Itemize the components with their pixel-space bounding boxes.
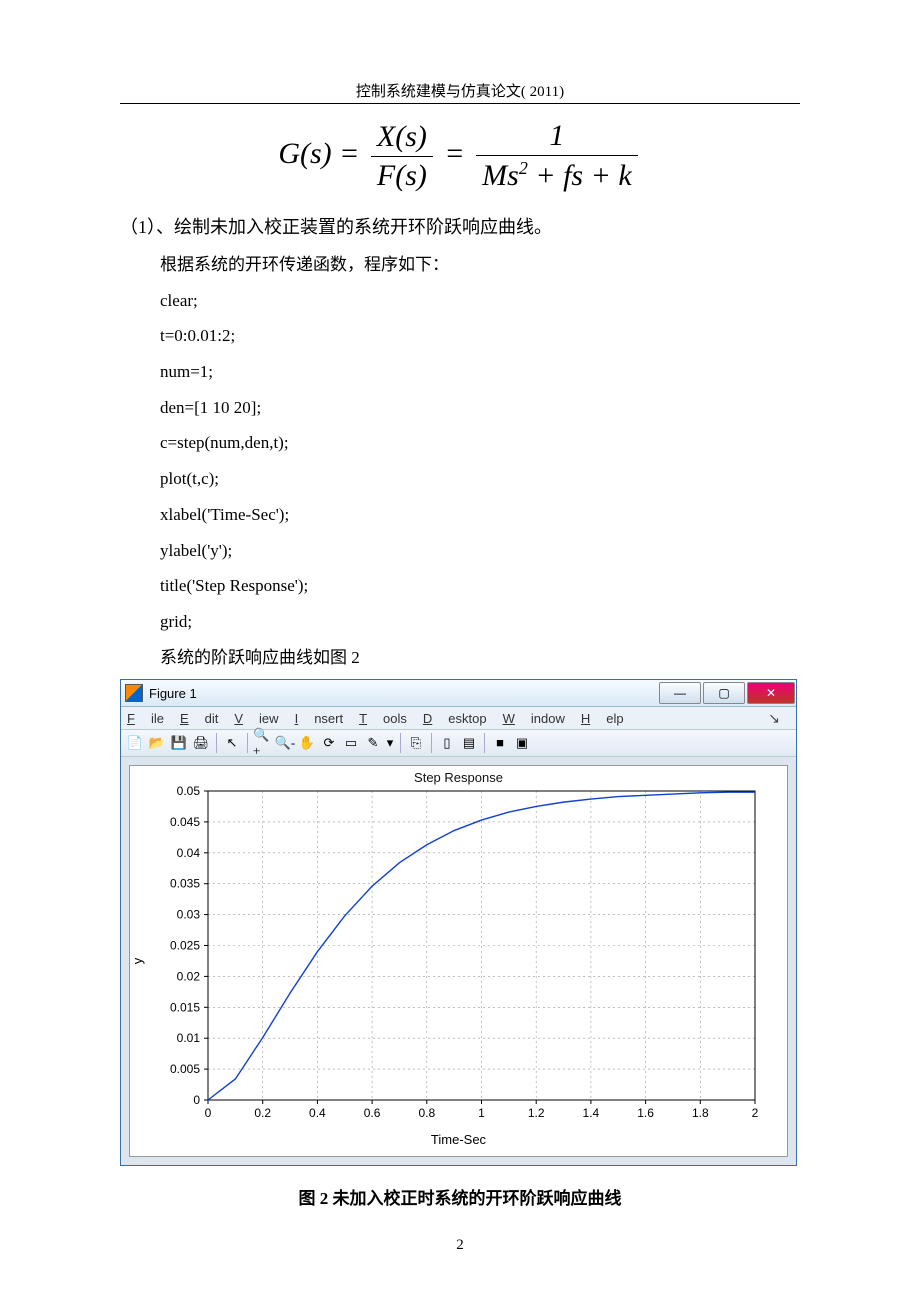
figure-caption: 图 2 未加入校正时系统的开环阶跃响应曲线 <box>120 1184 800 1209</box>
code-line: ylabel('y'); <box>160 533 800 569</box>
intro-text: 根据系统的开环传递函数，程序如下： <box>160 247 800 283</box>
data-cursor-icon[interactable]: ▭ <box>341 733 361 753</box>
new-icon[interactable]: 📄 <box>125 733 145 753</box>
menu-desktop[interactable]: Desktop <box>423 711 487 726</box>
code-line: grid; <box>160 604 800 640</box>
step-response-chart: 0 0.2 0.4 0.6 0.8 1 1.2 1.4 1.6 1.8 2 0 0.005 0.01 0.0… <box>130 785 785 1130</box>
y-axis-label: y <box>130 958 145 965</box>
svg-text:1.2: 1.2 <box>528 1106 545 1120</box>
hide-plot-icon[interactable]: ■ <box>490 733 510 753</box>
svg-text:0.03: 0.03 <box>177 908 201 922</box>
after-code-text: 系统的阶跃响应曲线如图 2 <box>160 640 800 676</box>
transfer-function-equation: G(s) = X(s)F(s) = 1Ms2 + fs + k <box>120 119 800 193</box>
svg-text:2: 2 <box>752 1106 759 1120</box>
pan-icon[interactable]: ✋ <box>297 733 317 753</box>
svg-text:0.035: 0.035 <box>170 877 200 891</box>
svg-text:1.4: 1.4 <box>583 1106 600 1120</box>
svg-text:0: 0 <box>205 1106 212 1120</box>
code-line: clear; <box>160 283 800 319</box>
svg-text:0.05: 0.05 <box>177 785 201 798</box>
svg-text:0.4: 0.4 <box>309 1106 326 1120</box>
close-button[interactable]: ✕ <box>747 682 795 704</box>
code-line: num=1; <box>160 354 800 390</box>
svg-text:0.02: 0.02 <box>177 970 201 984</box>
svg-text:0: 0 <box>193 1093 200 1107</box>
plot-area: Step Response y 0 0.2 0.4 0.6 0.8 1 1.2 1.4 1.6 1… <box>121 757 796 1165</box>
section-1-label: （1）、绘制未加入校正装置的系统开环阶跃响应曲线。 <box>120 213 800 239</box>
link-icon[interactable]: ⎘ <box>406 733 426 753</box>
window-title: Figure 1 <box>149 686 197 701</box>
colorbar-icon[interactable]: ▯ <box>437 733 457 753</box>
window-titlebar: Figure 1 — ▢ ✕ <box>121 680 796 707</box>
open-icon[interactable]: 📂 <box>147 733 167 753</box>
menu-view[interactable]: View <box>234 711 278 726</box>
svg-text:0.015: 0.015 <box>170 1001 200 1015</box>
x-axis-label: Time-Sec <box>130 1130 787 1151</box>
code-line: den=[1 10 20]; <box>160 390 800 426</box>
save-icon[interactable]: 💾 <box>169 733 189 753</box>
pointer-icon[interactable]: ↖ <box>222 733 242 753</box>
zoom-in-icon[interactable]: 🔍+ <box>253 733 273 753</box>
page-number: 2 <box>120 1237 800 1254</box>
code-line: xlabel('Time-Sec'); <box>160 497 800 533</box>
code-line: title('Step Response'); <box>160 568 800 604</box>
svg-text:1: 1 <box>478 1106 485 1120</box>
menu-window[interactable]: Window <box>503 711 565 726</box>
zoom-out-icon[interactable]: 🔍- <box>275 733 295 753</box>
svg-text:0.01: 0.01 <box>177 1031 201 1045</box>
brush-icon[interactable]: ✎ <box>363 733 383 753</box>
dock-icon[interactable]: ▣ <box>512 733 532 753</box>
minimize-button[interactable]: — <box>659 682 701 704</box>
print-icon[interactable]: 🖨 <box>191 733 211 753</box>
svg-text:0.005: 0.005 <box>170 1062 200 1076</box>
dock-handle-icon[interactable]: ↘ <box>768 710 780 727</box>
svg-text:0.6: 0.6 <box>364 1106 381 1120</box>
page-header: 控制系统建模与仿真论文( 2011) <box>120 80 800 104</box>
dropdown-icon[interactable]: ▾ <box>385 733 395 753</box>
code-line: t=0:0.01:2; <box>160 318 800 354</box>
svg-text:0.025: 0.025 <box>170 939 200 953</box>
svg-text:0.8: 0.8 <box>418 1106 435 1120</box>
toolbar: 📄 📂 💾 🖨 ↖ 🔍+ 🔍- ✋ ⟳ ▭ ✎ ▾ ⎘ ▯ ▤ ■ ▣ <box>121 730 796 757</box>
svg-text:0.2: 0.2 <box>254 1106 271 1120</box>
menu-file[interactable]: File <box>127 711 164 726</box>
menu-help[interactable]: Help <box>581 711 624 726</box>
svg-text:1.8: 1.8 <box>692 1106 709 1120</box>
legend-icon[interactable]: ▤ <box>459 733 479 753</box>
menu-tools[interactable]: Tools <box>359 711 407 726</box>
svg-text:1.6: 1.6 <box>637 1106 654 1120</box>
matlab-logo-icon <box>125 684 143 702</box>
menu-insert[interactable]: Insert <box>295 711 344 726</box>
code-line: c=step(num,den,t); <box>160 425 800 461</box>
svg-text:0.045: 0.045 <box>170 815 200 829</box>
chart-title: Step Response <box>130 766 787 785</box>
menu-edit[interactable]: Edit <box>180 711 218 726</box>
menu-bar: File Edit View Insert Tools Desktop Wind… <box>121 707 796 730</box>
maximize-button[interactable]: ▢ <box>703 682 745 704</box>
rotate-icon[interactable]: ⟳ <box>319 733 339 753</box>
code-line: plot(t,c); <box>160 461 800 497</box>
matlab-figure-window: Figure 1 — ▢ ✕ File Edit View Insert Too… <box>120 679 797 1166</box>
svg-text:0.04: 0.04 <box>177 846 201 860</box>
